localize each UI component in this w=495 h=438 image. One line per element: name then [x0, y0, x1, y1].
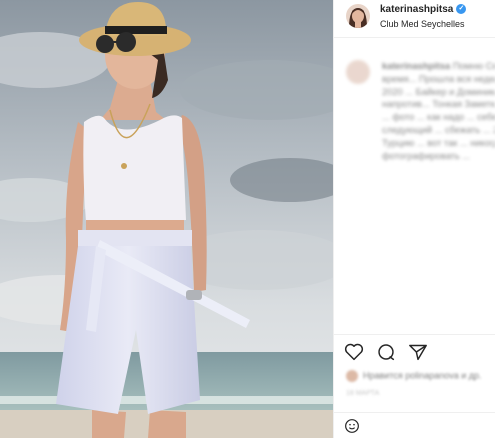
post-date: 18 МАРТА — [346, 390, 380, 397]
username-link[interactable]: katerinashpitsa ✓ — [380, 4, 467, 15]
heart-icon[interactable] — [344, 343, 364, 366]
caption-text: katerinashpitsa Помню Сейшелы! Отличное … — [382, 60, 495, 162]
verified-icon: ✓ — [456, 4, 467, 15]
liker-avatar — [346, 370, 358, 382]
likes-line[interactable]: Нравится polinapanova и др. — [346, 370, 495, 382]
location-link[interactable]: Club Med Seychelles — [380, 19, 465, 29]
emoji-icon[interactable] — [344, 418, 360, 438]
likes-text: Нравится polinapanova и др. — [363, 370, 482, 381]
action-bar — [334, 334, 495, 370]
comment-icon[interactable] — [376, 343, 396, 366]
caption-body: Помню Сейшелы! Отличное время... Прошла … — [382, 61, 495, 161]
comment-bar — [334, 412, 495, 438]
share-icon[interactable] — [408, 343, 428, 366]
post-header: katerinashpitsa ✓ Club Med Seychelles — [334, 0, 495, 38]
post-photo[interactable] — [0, 0, 333, 438]
caption-area: katerinashpitsa Помню Сейшелы! Отличное … — [334, 38, 495, 328]
avatar[interactable] — [346, 4, 370, 28]
caption-username[interactable]: katerinashpitsa — [382, 61, 450, 71]
caption-avatar[interactable] — [346, 60, 370, 84]
photo-image — [0, 0, 333, 438]
username-text: katerinashpitsa — [380, 4, 454, 15]
post-side-panel: katerinashpitsa ✓ Club Med Seychelles kat… — [333, 0, 495, 438]
